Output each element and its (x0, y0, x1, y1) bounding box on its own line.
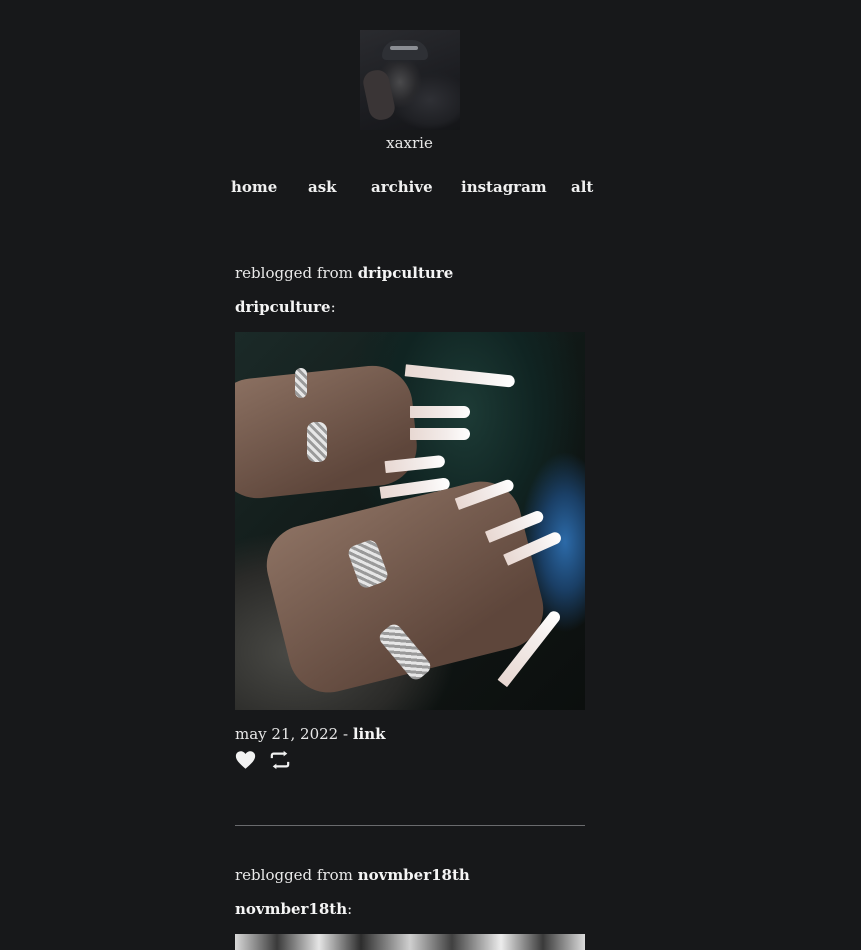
reblog-prefix: reblogged from (235, 866, 353, 884)
main-nav: home ask archive instagram alt (0, 178, 861, 198)
source-line: dripculture: (235, 298, 585, 316)
source-suffix: : (347, 900, 353, 918)
heart-icon[interactable] (235, 750, 256, 774)
post: reblogged from dripculture (235, 264, 585, 282)
nav-home[interactable]: home (231, 178, 277, 196)
post-date: may 21, 2022 (235, 725, 339, 743)
source-suffix: : (330, 298, 336, 316)
post-actions (235, 750, 299, 772)
reblog-icon[interactable] (269, 750, 291, 774)
nav-archive[interactable]: archive (371, 178, 433, 196)
reblog-line: reblogged from novmber18th (235, 866, 585, 884)
post-meta-line: may 21, 2022 - link (235, 725, 585, 743)
avatar-hand-shape (361, 67, 397, 123)
reblog-source-link[interactable]: dripculture (358, 264, 454, 282)
post-divider (235, 825, 585, 826)
post-photo[interactable] (235, 934, 585, 950)
avatar[interactable] (360, 30, 460, 130)
photo-nail (404, 364, 516, 388)
post-source: novmber18th: (235, 900, 585, 918)
nav-instagram[interactable]: instagram (461, 178, 547, 196)
post: reblogged from novmber18th (235, 866, 585, 884)
post-meta: may 21, 2022 - link (235, 725, 585, 743)
photo-nail (410, 406, 470, 418)
avatar-cap-shape (382, 40, 428, 60)
post-photo[interactable] (235, 332, 585, 710)
photo-hand-upper (235, 361, 421, 503)
reblog-source-link[interactable]: novmber18th (358, 866, 470, 884)
photo-ring (295, 368, 307, 398)
source-name-link[interactable]: dripculture (235, 298, 331, 316)
reblog-prefix: reblogged from (235, 264, 353, 282)
photo-nail (410, 428, 470, 440)
avatar-cap-logo (390, 46, 418, 50)
date-separator: - (338, 725, 353, 743)
source-name-link[interactable]: novmber18th (235, 900, 347, 918)
reblog-line: reblogged from dripculture (235, 264, 585, 282)
post-source: dripculture: (235, 298, 585, 316)
nav-alt[interactable]: alt (571, 178, 593, 196)
nav-ask[interactable]: ask (308, 178, 337, 196)
photo-ring (307, 422, 327, 462)
blog-username[interactable]: xaxrie (0, 134, 819, 152)
permalink[interactable]: link (353, 725, 386, 743)
source-line: novmber18th: (235, 900, 585, 918)
